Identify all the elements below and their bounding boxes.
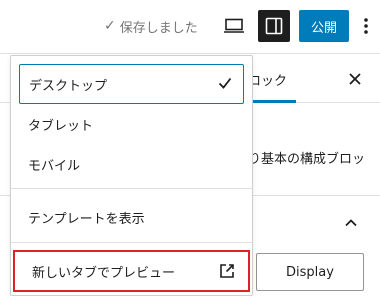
more-options-button[interactable] xyxy=(356,10,376,42)
settings-sidebar-toggle[interactable] xyxy=(258,10,290,42)
close-icon[interactable] xyxy=(344,68,366,90)
menu-item-label: デスクトップ xyxy=(29,78,108,94)
menu-divider xyxy=(11,188,252,189)
menu-item-mobile[interactable]: モバイル xyxy=(11,144,252,184)
block-description: り基本の構成ブロッ xyxy=(248,152,366,167)
menu-item-preview-new-tab[interactable]: 新しいタブでプレビュー xyxy=(13,250,250,292)
tab-block[interactable]: ロック xyxy=(248,55,287,103)
desktop-icon xyxy=(224,18,244,33)
editor-toolbar: ✓ 保存しました 公開 xyxy=(0,0,380,54)
chevron-up-icon[interactable] xyxy=(342,213,360,231)
menu-item-label: 新しいタブでプレビュー xyxy=(32,265,176,281)
menu-item-label: モバイル xyxy=(28,158,81,174)
menu-item-show-template[interactable]: テンプレートを表示 xyxy=(11,197,252,237)
menu-item-tablet[interactable]: タブレット xyxy=(11,104,252,144)
save-status: ✓ 保存しました xyxy=(104,16,198,36)
menu-item-label: テンプレートを表示 xyxy=(28,211,145,227)
sidebar-toggle-icon xyxy=(265,17,283,35)
menu-item-desktop[interactable]: デスクトップ xyxy=(19,64,244,104)
menu-divider xyxy=(11,242,252,243)
more-vertical-icon xyxy=(364,18,368,34)
saved-check-icon: ✓ xyxy=(104,18,116,34)
save-status-label: 保存しました xyxy=(119,20,198,36)
check-icon xyxy=(218,77,232,89)
external-link-icon xyxy=(220,264,234,278)
preview-dropdown-menu: デスクトップ タブレット モバイル テンプレートを表示 新しいタブでプレビュー xyxy=(10,55,253,296)
menu-item-label: タブレット xyxy=(28,118,94,134)
preview-device-button[interactable] xyxy=(219,12,249,40)
publish-button[interactable]: 公開 xyxy=(299,10,349,42)
display-button[interactable]: Display xyxy=(256,253,364,291)
